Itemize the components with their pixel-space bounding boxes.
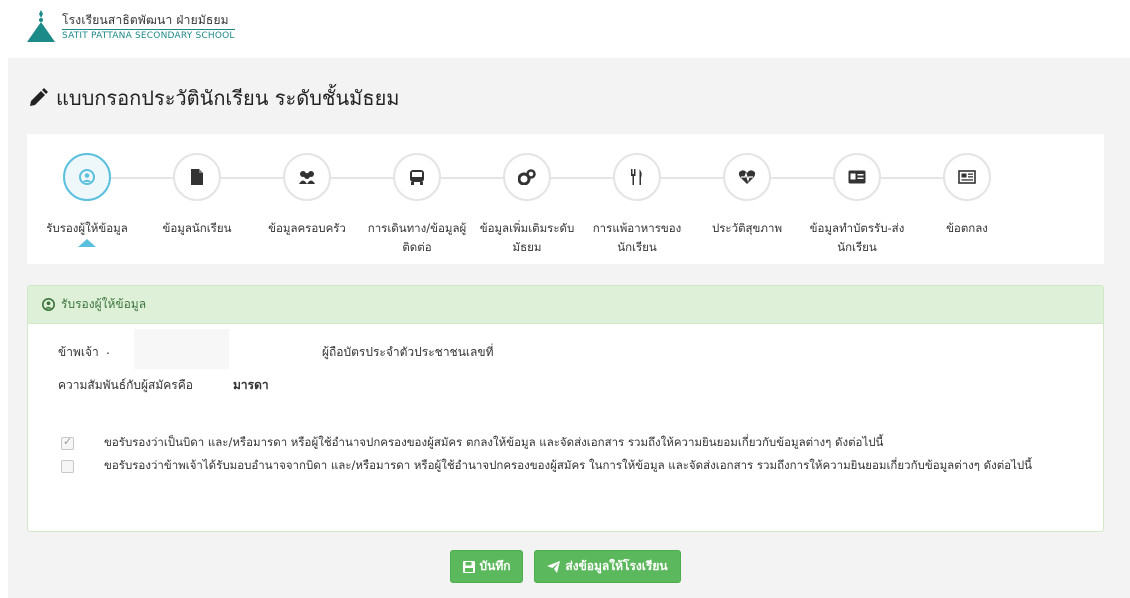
page-title-text: แบบกรอกประวัตินักเรียน ระดับชั้นมัธยม [56, 86, 400, 110]
paper-plane-icon [547, 560, 561, 573]
wizard-step-certify[interactable]: รับรองผู้ให้ข้อมูล [27, 153, 147, 247]
wizard-step-label: ข้อมูลครอบครัว [268, 221, 346, 235]
wizard-step-label: ข้อมูลเพิ่มเติมระดับมัธยม [479, 221, 575, 254]
wizard-step-label: ข้อมูลทำบัตรรับ-ส่งนักเรียน [809, 221, 905, 254]
form-wizard: รับรองผู้ให้ข้อมูล ข้อมูลนักเรียน ข้อมูล… [27, 134, 1104, 264]
certify-panel-header: รับรองผู้ให้ข้อมูล [28, 286, 1103, 324]
certify-panel-title: รับรองผู้ให้ข้อมูล [61, 297, 147, 311]
school-logo-icon [27, 10, 55, 42]
school-name-en: SATIT PATTANA SECONDARY SCHOOL [62, 29, 235, 41]
page-title: แบบกรอกประวัตินักเรียน ระดับชั้นมัธยม [28, 82, 399, 114]
wizard-step-label: ประวัติสุขภาพ [711, 221, 783, 235]
pencil-icon [30, 88, 48, 106]
user-circle-icon [63, 153, 111, 201]
save-button-label: บันทึก [479, 559, 511, 573]
heartbeat-icon [723, 153, 771, 201]
cogs-icon [503, 153, 551, 201]
certify-panel: รับรองผู้ให้ข้อมูล ข้าพเจ้า . ผู้ถือบัตร… [27, 285, 1104, 532]
wizard-step-food-allergy[interactable]: การแพ้อาหารของนักเรียน [577, 153, 697, 257]
i-label: ข้าพเจ้า [58, 345, 99, 359]
top-header: โรงเรียนสาธิตพัฒนา ฝ่ายมัธยม SATIT PATTA… [0, 0, 1130, 56]
school-name-th: โรงเรียนสาธิตพัฒนา ฝ่ายมัธยม [62, 13, 229, 27]
agreement-checkbox-parent[interactable] [61, 435, 74, 450]
agreement-text-parent: ขอรับรองว่าเป็นบิดา และ/หรือมารดา หรือผู… [104, 435, 884, 449]
relation-value: มารดา [233, 378, 269, 392]
id-card-label: ผู้ถือบัตรประจำตัวประชาชนเลขที่ [322, 345, 494, 359]
newspaper-icon [943, 153, 991, 201]
wizard-step-label: รับรองผู้ให้ข้อมูล [46, 221, 128, 235]
relation-label: ความสัมพันธ์กับผู้สมัครคือ [58, 378, 193, 392]
file-icon [173, 153, 221, 201]
user-circle-icon [42, 298, 55, 311]
wizard-step-health[interactable]: ประวัติสุขภาพ [687, 153, 807, 238]
id-card-icon [833, 153, 881, 201]
wizard-step-travel-contact[interactable]: การเดินทาง/ข้อมูลผู้ติดต่อ [357, 153, 477, 257]
wizard-step-family[interactable]: ข้อมูลครอบครัว [247, 153, 367, 238]
wizard-step-label: ข้อตกลง [946, 221, 988, 235]
cutlery-icon [613, 153, 661, 201]
wizard-step-agreement[interactable]: ข้อตกลง [907, 153, 1027, 238]
wizard-step-additional[interactable]: ข้อมูลเพิ่มเติมระดับมัธยม [467, 153, 587, 257]
wizard-step-label: การเดินทาง/ข้อมูลผู้ติดต่อ [367, 221, 467, 254]
send-button-label: ส่งข้อมูลให้โรงเรียน [565, 559, 668, 573]
save-button[interactable]: บันทึก [450, 550, 523, 583]
wizard-step-pickup-card[interactable]: ข้อมูลทำบัตรรับ-ส่งนักเรียน [797, 153, 917, 257]
parent-name-field[interactable] [134, 329, 229, 369]
wizard-step-label: การแพ้อาหารของนักเรียน [592, 221, 682, 254]
send-to-school-button[interactable]: ส่งข้อมูลให้โรงเรียน [534, 550, 681, 583]
i-label-dot: . [106, 343, 110, 357]
agreement-text-authorized: ขอรับรองว่าข้าพเจ้าได้รับมอบอำนาจจากบิดา… [104, 458, 1033, 472]
floppy-disk-icon [462, 560, 475, 573]
wizard-step-label: ข้อมูลนักเรียน [162, 221, 232, 235]
bus-icon [393, 153, 441, 201]
users-icon [283, 153, 331, 201]
active-step-caret [78, 239, 96, 247]
wizard-step-student-info[interactable]: ข้อมูลนักเรียน [137, 153, 257, 238]
agreement-checkbox-authorized[interactable] [61, 460, 74, 473]
